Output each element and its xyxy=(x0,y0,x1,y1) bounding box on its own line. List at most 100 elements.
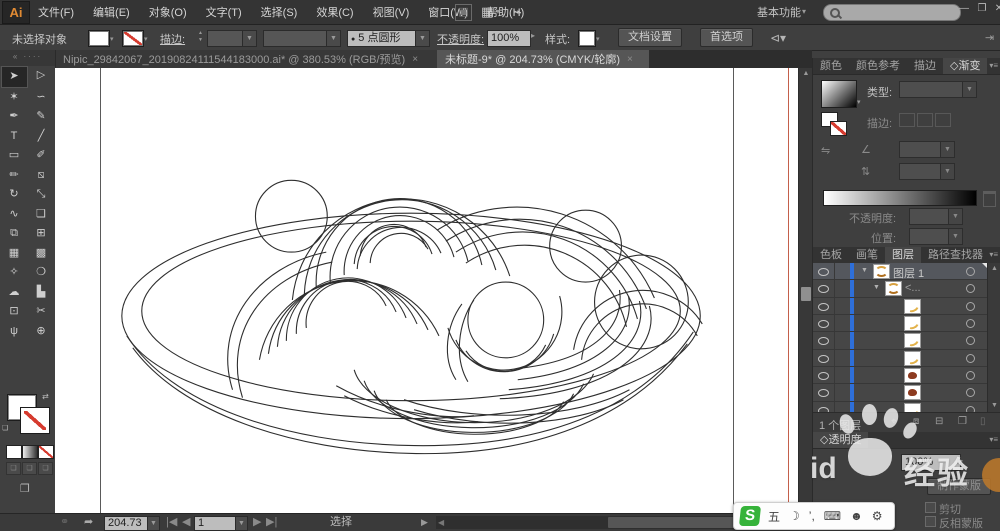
last-artboard-button[interactable]: ▶| xyxy=(266,516,277,529)
next-artboard-button[interactable]: ▶ xyxy=(253,516,261,529)
paintbrush-tool[interactable]: ✐ xyxy=(28,146,55,166)
column-graph-tool[interactable]: ▙ xyxy=(28,283,55,303)
layer-row[interactable] xyxy=(813,366,1000,385)
gradient-tool[interactable]: ▩ xyxy=(28,244,55,264)
layer-thumbnail[interactable] xyxy=(885,281,902,297)
panel-collapse-icon[interactable]: ⇥ xyxy=(985,31,994,44)
layer-thumbnail[interactable] xyxy=(904,367,921,383)
menu-view[interactable]: 视图(V) xyxy=(373,4,410,20)
stroke-weight-stepper[interactable]: ▲ ▼ xyxy=(196,30,205,45)
target-circle-icon[interactable] xyxy=(966,284,975,294)
lasso-tool[interactable]: ∽ xyxy=(28,88,55,108)
symbol-sprayer-tool[interactable]: ☁ xyxy=(1,283,28,303)
panel-menu-icon[interactable]: ▾≡ xyxy=(989,250,998,259)
expand-triangle-icon[interactable]: ▼ xyxy=(873,284,880,291)
opacity-field[interactable]: 100% xyxy=(487,30,531,47)
scroll-up-icon[interactable]: ▲ xyxy=(799,68,813,80)
menu-edit[interactable]: 编辑(E) xyxy=(93,4,130,20)
stroke-gradient-across-button[interactable] xyxy=(935,113,951,127)
document-tab-active[interactable]: 未标题-9* @ 204.73% (CMYK/轮廓) × xyxy=(437,50,649,68)
new-layer-icon[interactable]: ❐ xyxy=(958,416,967,427)
target-circle-icon[interactable] xyxy=(966,318,975,328)
close-tab-icon[interactable]: × xyxy=(627,54,633,65)
account-icon[interactable]: ☻ xyxy=(850,509,863,523)
fill-swatch-arrow-icon[interactable]: ▾ xyxy=(110,35,120,43)
rectangle-tool[interactable]: ▭ xyxy=(1,146,28,166)
layer-row[interactable] xyxy=(813,349,1000,367)
menu-object[interactable]: 对象(O) xyxy=(149,4,187,20)
layer-row[interactable] xyxy=(813,384,1000,402)
opacity-link[interactable]: 不透明度: xyxy=(437,31,484,47)
default-colors-icon[interactable]: ❏ xyxy=(2,424,8,432)
document-tab-inactive[interactable]: Nipic_29842067_20190824111544183000.ai* … xyxy=(55,50,443,68)
minimize-button[interactable]: — xyxy=(956,0,972,18)
artboard-tool[interactable]: ⊡ xyxy=(1,302,28,322)
tab-gradient[interactable]: ◇渐变 xyxy=(943,58,988,74)
stroke-color-swatch[interactable] xyxy=(20,407,50,434)
draw-behind-button[interactable]: ❏ xyxy=(22,462,37,475)
perspective-grid-tool[interactable]: ⊞ xyxy=(28,224,55,244)
restore-button[interactable]: ❐ xyxy=(974,0,990,18)
vertical-scrollbar[interactable]: ▲ ▼ xyxy=(798,68,813,513)
panel-menu-icon[interactable]: ▾≡ xyxy=(989,435,998,444)
make-mask-button[interactable]: 制作蒙版 xyxy=(927,478,991,495)
pen-tool[interactable]: ✒ xyxy=(1,107,28,127)
gradient-angle-dropdown[interactable]: ▼ xyxy=(899,141,955,158)
locate-object-icon[interactable]: ⌖ xyxy=(891,416,897,427)
visibility-cell[interactable] xyxy=(813,263,835,280)
scroll-down-icon[interactable]: ▼ xyxy=(988,400,1000,412)
expand-triangle-icon[interactable]: ▼ xyxy=(861,267,868,274)
tab-pathfinder[interactable]: 路径查找器 xyxy=(921,247,990,263)
workspace-chevron-icon[interactable]: ▾ xyxy=(802,4,806,19)
layer-row[interactable]: ▼ 图层 1 xyxy=(813,263,1000,281)
opacity-arrow-icon[interactable]: ▶ xyxy=(957,456,963,465)
stop-position-dropdown[interactable]: ▼ xyxy=(909,228,963,245)
color-mode-button[interactable] xyxy=(6,445,22,459)
document-canvas[interactable] xyxy=(55,68,798,513)
layer-row[interactable] xyxy=(813,297,1000,315)
layer-thumbnail[interactable] xyxy=(904,298,921,314)
layer-thumbnail[interactable] xyxy=(904,333,921,349)
settings-wrench-icon[interactable]: ⚙ xyxy=(872,509,883,523)
invert-mask-checkbox[interactable] xyxy=(925,516,936,527)
clip-checkbox[interactable] xyxy=(925,502,936,513)
sogou-ime-bar[interactable]: S 五 ☽ ’, ⌨ ☻ ⚙ xyxy=(733,502,895,530)
artboard-number-field[interactable]: 1 xyxy=(194,516,240,531)
brush-definition-dropdown[interactable]: ● 5 点圆形 xyxy=(347,30,421,47)
menu-type[interactable]: 文字(T) xyxy=(206,4,242,20)
target-circle-icon[interactable] xyxy=(966,370,975,380)
visibility-cell[interactable] xyxy=(813,280,835,297)
menu-select[interactable]: 选择(S) xyxy=(261,4,298,20)
scroll-right-icon[interactable]: ▶ xyxy=(421,516,428,529)
zoom-level-field[interactable]: 204.73 xyxy=(104,516,152,531)
delete-layer-trash-icon[interactable]: ▯ xyxy=(980,416,986,427)
zoom-dropdown-arrow[interactable]: ▼ xyxy=(147,516,160,531)
tab-transparency[interactable]: ◇透明度 xyxy=(813,432,869,448)
visibility-cell[interactable] xyxy=(813,314,835,332)
visibility-cell[interactable] xyxy=(813,366,835,384)
gradient-type-dropdown[interactable]: ▼ xyxy=(899,81,977,98)
layer-thumbnail[interactable] xyxy=(904,385,921,401)
layers-scrollbar[interactable]: ▲ ▼ xyxy=(987,263,1000,412)
mesh-tool[interactable]: ▦ xyxy=(1,244,28,264)
style-swatch[interactable] xyxy=(578,30,596,47)
screen-mode-button[interactable]: ❐ xyxy=(20,482,30,495)
stroke-weight-link[interactable]: 描边: xyxy=(160,31,185,47)
panel-menu-icon[interactable]: ▾≡ xyxy=(989,61,998,70)
hand-tool[interactable]: ψ xyxy=(1,322,28,342)
visibility-cell[interactable] xyxy=(813,332,835,349)
layer-row[interactable] xyxy=(813,332,1000,350)
stroke-weight-dropdown[interactable]: ▼ xyxy=(207,30,257,47)
make-clipping-mask-icon[interactable]: ⧈ xyxy=(913,416,919,427)
search-input[interactable] xyxy=(823,4,961,21)
curvature-pen-tool[interactable]: ✎ xyxy=(28,107,55,127)
draw-normal-button[interactable]: ❏ xyxy=(6,462,21,475)
blend-tool[interactable]: ❍ xyxy=(28,263,55,283)
fill-swatch[interactable] xyxy=(88,30,110,47)
tab-color[interactable]: 颜色 xyxy=(813,58,849,74)
variable-width-profile-dropdown[interactable]: ▼ xyxy=(263,30,341,47)
close-button[interactable]: ✕ xyxy=(991,0,1000,18)
delete-stop-trash-icon[interactable] xyxy=(983,191,996,207)
cs-live-icon[interactable]: ⌁ xyxy=(514,4,522,19)
target-circle-icon[interactable] xyxy=(966,301,975,311)
